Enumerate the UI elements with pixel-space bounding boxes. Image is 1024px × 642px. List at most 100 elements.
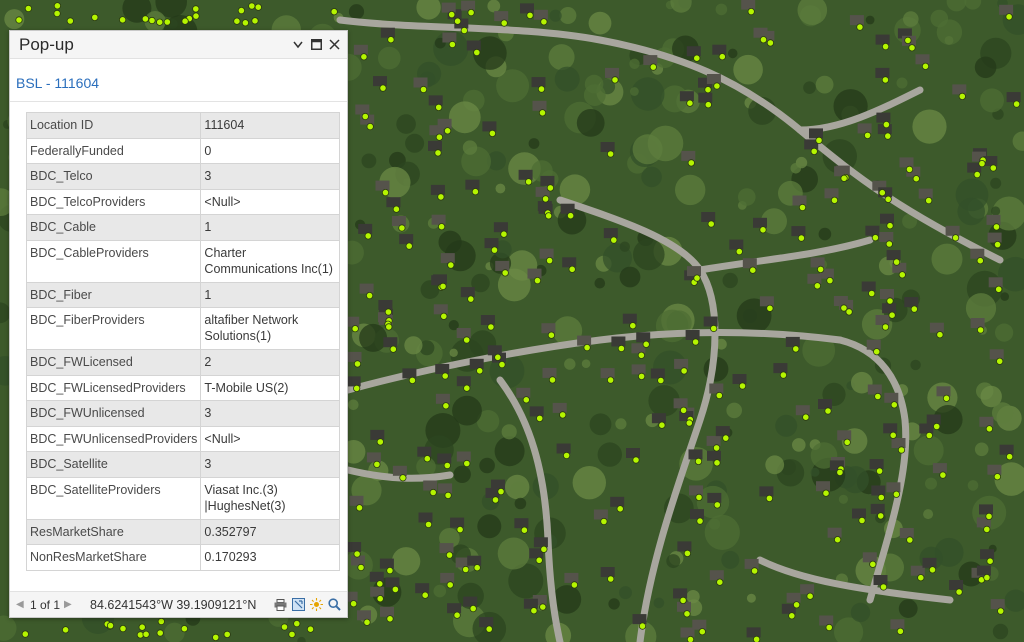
bsl-point: [611, 76, 619, 84]
coordinate-readout: 84.6241543°W 39.1909121°N: [90, 597, 257, 612]
house-roof: [440, 253, 455, 264]
tree-canopy: [709, 518, 721, 530]
search-icon[interactable]: [327, 598, 341, 612]
tree-canopy: [746, 593, 756, 603]
bsl-point: [460, 26, 468, 35]
house-roof: [357, 610, 371, 621]
tree-canopy: [912, 109, 947, 144]
tree-canopy: [722, 272, 738, 289]
field-name: Location ID: [25, 112, 202, 139]
bsl-point: [241, 19, 249, 27]
bsl-point: [683, 610, 691, 618]
flash-icon[interactable]: [309, 598, 323, 612]
house-roof: [450, 517, 465, 528]
house-roof: [707, 450, 721, 461]
bsl-point: [951, 234, 960, 242]
bsl-point: [896, 627, 905, 635]
bsl-point: [788, 612, 796, 620]
field-value: 111604: [200, 112, 340, 139]
bsl-point: [843, 438, 851, 446]
bsl-point: [798, 203, 807, 212]
bsl-point: [638, 622, 647, 630]
bsl-point: [983, 525, 991, 534]
zoom-to-icon[interactable]: [291, 598, 305, 612]
tree-canopy: [913, 435, 944, 466]
bsl-point: [792, 345, 800, 353]
tree-canopy: [619, 586, 632, 600]
bsl-point: [933, 422, 941, 431]
bsl-point: [471, 188, 479, 196]
tree-canopy: [619, 241, 630, 252]
print-icon[interactable]: [273, 598, 287, 612]
maximize-icon[interactable]: [309, 38, 323, 52]
bsl-point: [373, 460, 381, 468]
house-roof: [347, 351, 362, 362]
bsl-point: [877, 493, 885, 502]
house-roof: [685, 330, 700, 340]
bsl-point: [713, 82, 721, 90]
house-roof: [824, 188, 839, 199]
bsl-point: [976, 326, 985, 334]
bsl-point: [617, 344, 626, 353]
tree-canopy: [594, 277, 606, 289]
house-roof: [918, 188, 933, 199]
bsl-point: [180, 625, 188, 633]
bsl-point: [845, 308, 853, 316]
feature-title-link[interactable]: BSL - 111604: [10, 64, 347, 102]
bsl-point: [391, 585, 399, 594]
house-roof: [709, 383, 724, 394]
bsl-point: [487, 323, 495, 331]
bsl-point: [61, 626, 70, 634]
tree-canopy: [991, 206, 1001, 216]
bsl-point: [15, 16, 23, 24]
bsl-point: [928, 566, 937, 574]
bsl-point: [254, 3, 262, 11]
tree-canopy: [841, 466, 869, 494]
close-icon[interactable]: [327, 38, 341, 52]
next-feature-icon[interactable]: ▶: [64, 599, 74, 610]
bsl-point: [429, 488, 437, 497]
tree-canopy: [396, 114, 416, 134]
bsl-point: [822, 489, 830, 497]
house-roof: [707, 492, 722, 503]
tree-canopy: [666, 554, 681, 569]
house-roof: [385, 577, 400, 588]
bsl-point: [233, 17, 241, 25]
bsl-point: [925, 431, 933, 440]
bsl-point: [548, 376, 557, 384]
bsl-point: [816, 265, 825, 273]
bsl-point: [546, 184, 555, 192]
house-roof: [886, 250, 901, 261]
tree-canopy: [510, 481, 527, 498]
bsl-point: [387, 36, 395, 44]
bsl-point: [353, 384, 361, 392]
bsl-point: [792, 601, 801, 609]
previous-feature-icon[interactable]: ◀: [16, 599, 26, 610]
house-roof: [945, 225, 960, 236]
house-roof: [936, 386, 951, 397]
dropdown-icon[interactable]: [291, 38, 305, 52]
bsl-point: [434, 149, 442, 157]
tree-canopy: [589, 413, 612, 436]
bsl-point: [473, 48, 481, 57]
tree-canopy: [923, 509, 934, 520]
bsl-point: [824, 407, 832, 415]
house-roof: [433, 304, 448, 315]
bsl-point: [330, 8, 338, 16]
bsl-point: [462, 565, 470, 574]
tree-canopy: [581, 359, 591, 369]
bsl-point: [856, 23, 864, 31]
house-roof: [712, 44, 727, 55]
house-roof: [417, 446, 432, 457]
bsl-point: [840, 174, 848, 182]
house-roof: [479, 617, 494, 628]
house-roof: [494, 11, 509, 22]
bsl-point: [485, 625, 493, 633]
bsl-point: [435, 133, 443, 141]
house-roof: [687, 266, 701, 277]
bsl-point: [698, 628, 706, 636]
bsl-point: [467, 295, 475, 303]
house-roof: [532, 100, 547, 111]
house-roof: [904, 297, 919, 308]
bsl-point: [494, 353, 502, 361]
